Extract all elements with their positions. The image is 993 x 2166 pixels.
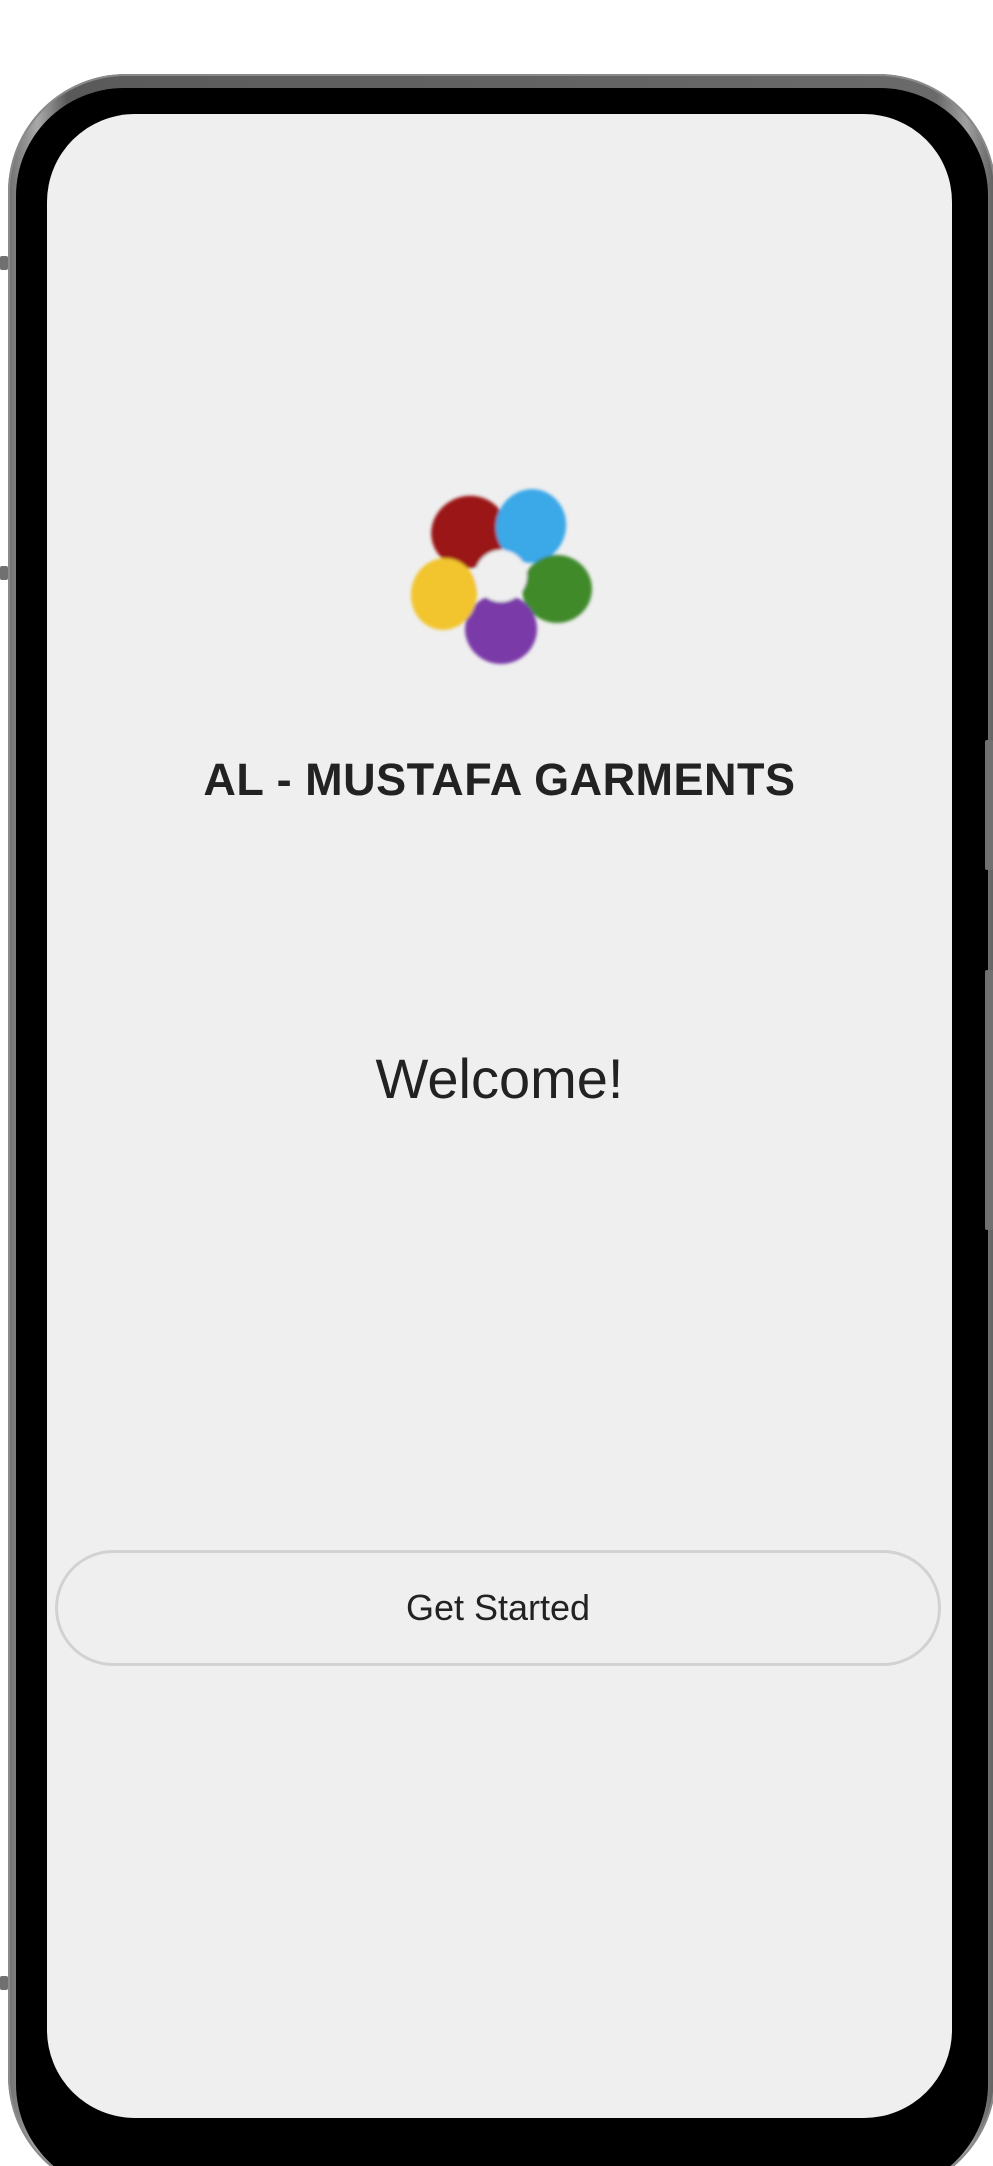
welcome-heading: Welcome! — [375, 1047, 624, 1110]
logo-petal-purple — [465, 594, 537, 664]
get-started-button[interactable]: Get Started — [55, 1550, 941, 1666]
app-screen: AL - MUSTAFA GARMENTS Welcome! Get Start… — [47, 114, 952, 2118]
device-mockup: AL - MUSTAFA GARMENTS Welcome! Get Start… — [0, 0, 993, 2166]
side-button-mid — [0, 566, 8, 580]
flower-logo-icon — [410, 489, 592, 664]
volume-button — [985, 970, 993, 1230]
side-button-top — [0, 256, 8, 270]
side-button-bottom — [0, 1976, 8, 1990]
brand-title: AL - MUSTAFA GARMENTS — [203, 754, 796, 805]
logo-center — [475, 550, 527, 602]
power-button — [985, 740, 993, 870]
